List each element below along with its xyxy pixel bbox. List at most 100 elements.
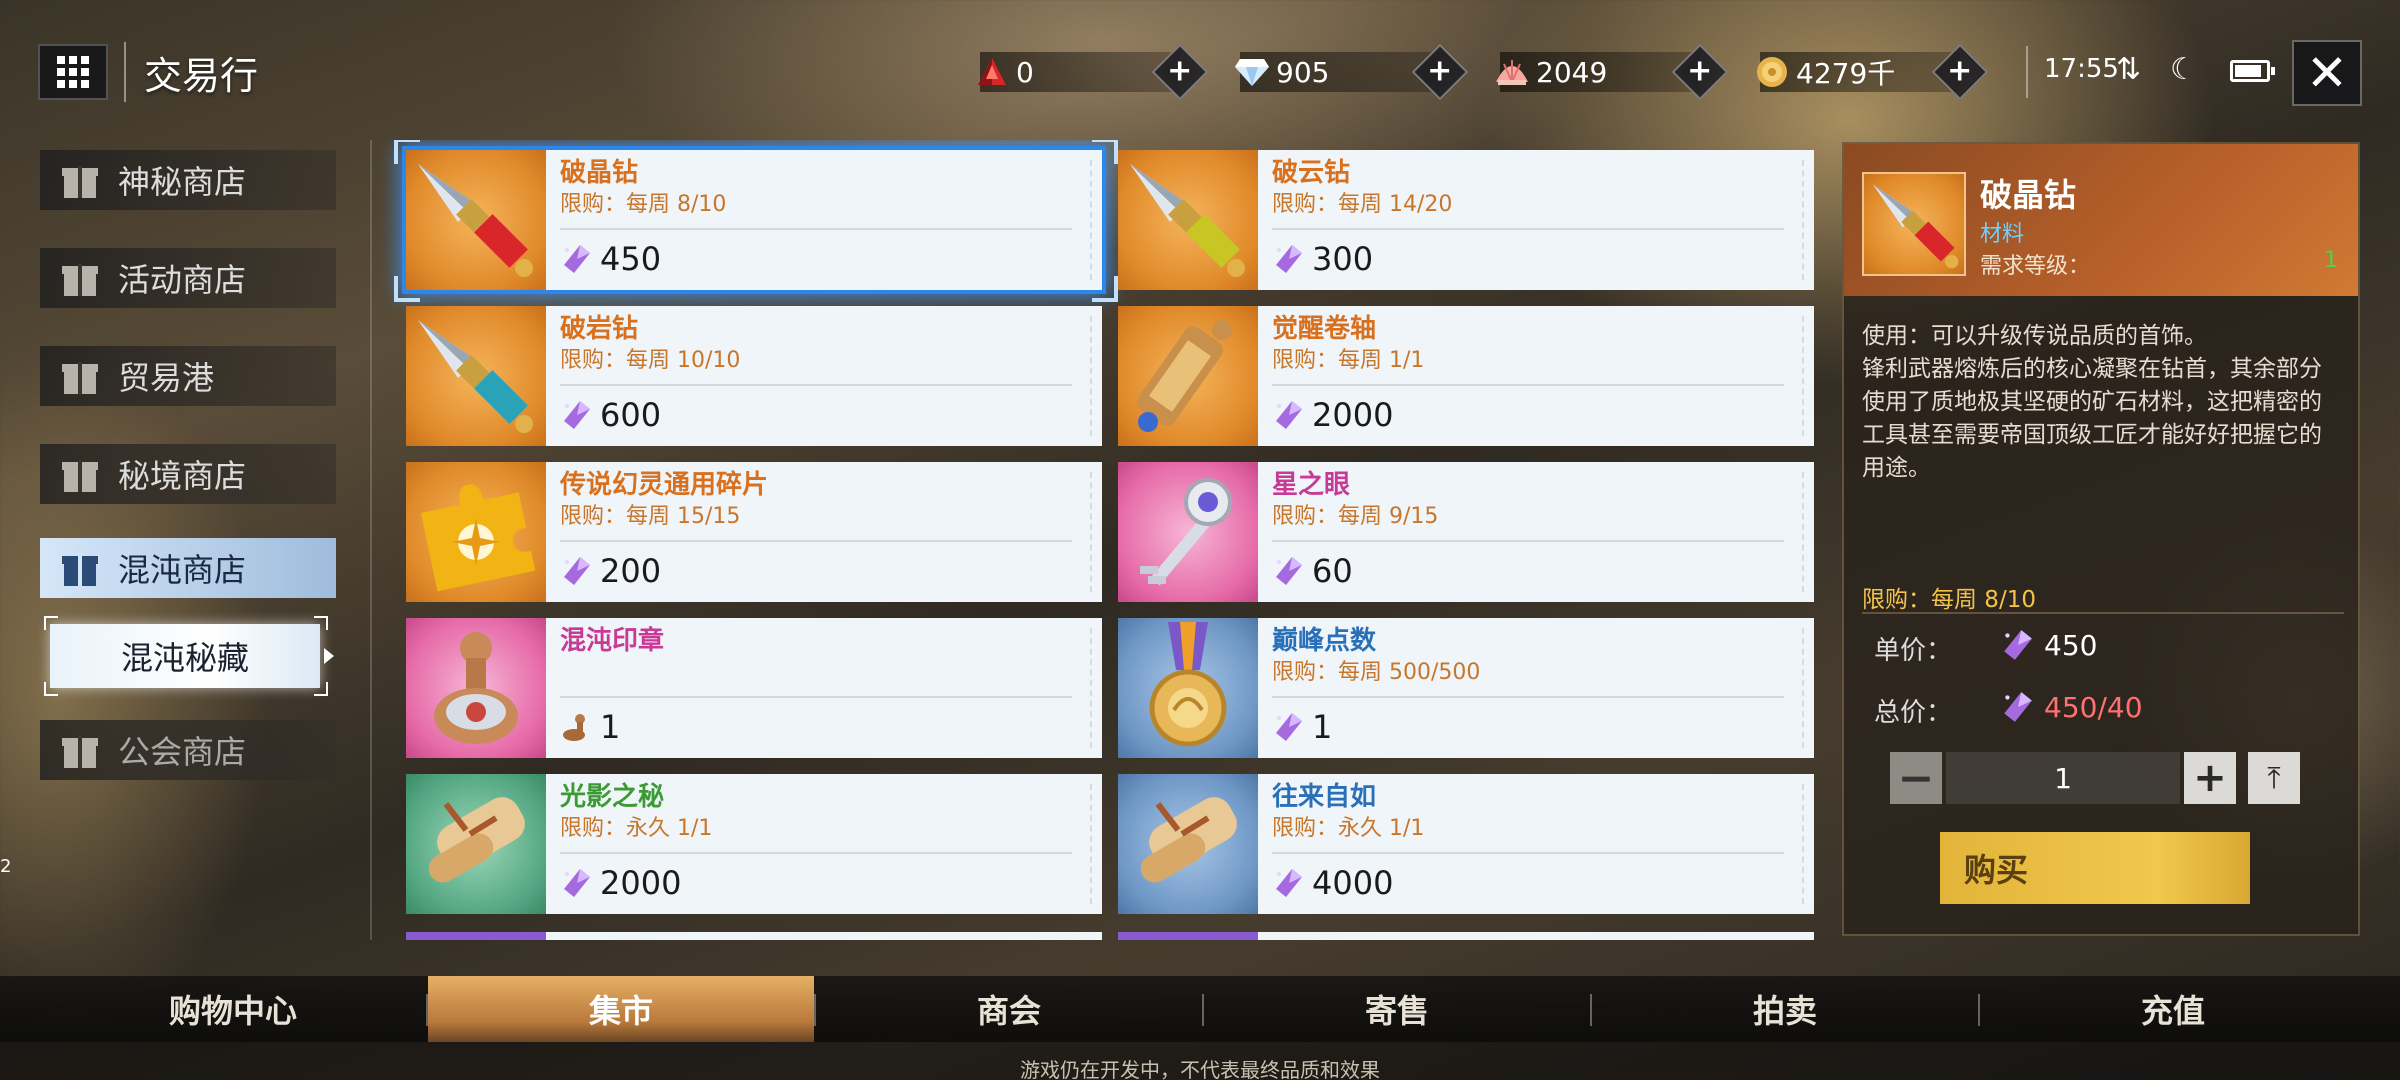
item-limit: 限购：每周 8/10 <box>560 192 727 217</box>
item-name: 混沌印章 <box>560 626 665 656</box>
detail-description: 使用：可以升级传说品质的首饰。 锋利武器熔炼后的核心凝聚在钻首，其余部分使用了质… <box>1862 323 2322 481</box>
sub-item-label: 混沌秘藏 <box>120 639 249 677</box>
buy-button[interactable]: 购买 <box>1940 832 2250 904</box>
max-quantity-button[interactable]: ⤒ <box>2248 752 2300 804</box>
item-limit: 限购：永久 1/1 <box>560 816 713 841</box>
selection-corner <box>1092 140 1118 164</box>
gift-icon <box>62 358 98 394</box>
item-limit: 限购：每周 15/15 <box>560 504 741 529</box>
tab-consignment[interactable]: 寄售 <box>1204 976 1590 1042</box>
drill-icon <box>406 150 546 290</box>
shop-item-label: 公会商店 <box>118 733 247 771</box>
detail-item-name: 破晶钻 <box>1980 176 2077 214</box>
item-card[interactable]: 光影之秘 限购：永久 1/1 2000 <box>406 774 1102 914</box>
price-value: 300 <box>1312 240 1374 278</box>
shop-item-trade-port[interactable]: 贸易港 <box>40 346 336 406</box>
item-card[interactable]: 破晶钻 限购：每周 8/10 450 <box>406 150 1102 290</box>
price-value: 4000 <box>1312 864 1394 902</box>
item-name: 破岩钻 <box>560 314 639 344</box>
menu-button[interactable] <box>38 44 108 100</box>
add-red-crystal-button[interactable]: + <box>1151 43 1209 101</box>
gift-icon <box>62 456 98 492</box>
plus-icon: + <box>2193 755 2227 801</box>
currency-diamond: 905 + <box>1235 43 1469 101</box>
close-button[interactable]: ✕ <box>2292 40 2362 106</box>
unit-price-label: 单价： <box>1874 636 1953 666</box>
detail-header: 破晶钻 材料 需求等级： 1 <box>1844 144 2358 296</box>
currency-red-crystal: 0 + <box>978 43 1209 101</box>
item-card[interactable]: 混沌印章 1 <box>406 618 1102 758</box>
item-limit: 限购：永久 1/1 <box>1272 816 1425 841</box>
currency-value: 4279千 <box>1796 57 1896 90</box>
gift-icon <box>62 260 98 296</box>
scroll-icon <box>1118 306 1258 446</box>
item-name: 巅峰点数 <box>1272 626 1377 656</box>
decrease-quantity-button[interactable]: − <box>1890 752 1942 804</box>
item-grid: 破晶钻 限购：每周 8/10 450 破云钻 限购：每周 14/20 300 破… <box>370 140 1820 940</box>
page-title: 交易行 <box>144 54 259 98</box>
purple-crystal-icon <box>560 867 592 899</box>
purple-crystal-icon <box>1272 399 1304 431</box>
selection-corner <box>314 682 328 696</box>
price-value: 1 <box>600 708 621 746</box>
item-detail-panel: 破晶钻 材料 需求等级： 1 使用：可以升级传说品质的首饰。 锋利武器熔炼后的核… <box>1842 142 2360 936</box>
price-value: 1 <box>1312 708 1333 746</box>
shop-item-secret-realm[interactable]: 秘境商店 <box>40 444 336 504</box>
status-divider <box>2026 46 2028 98</box>
add-gold-button[interactable]: + <box>1931 43 1989 101</box>
tab-chamber[interactable]: 商会 <box>816 976 1202 1042</box>
shop-item-label: 神秘商店 <box>118 163 247 201</box>
tab-recharge[interactable]: 充值 <box>1980 976 2366 1042</box>
purple-crystal-icon <box>560 555 592 587</box>
purple-crystal-icon <box>1272 711 1304 743</box>
battery-icon <box>2230 60 2275 82</box>
item-card-partial[interactable] <box>406 932 1102 940</box>
moon-icon: ☾ <box>2170 52 2197 87</box>
tab-shopping-center[interactable]: 购物中心 <box>40 976 426 1042</box>
currency-value: 2049 <box>1536 55 1608 89</box>
currency-value: 0 <box>1016 55 1034 89</box>
quantity-input[interactable]: 1 <box>1946 752 2180 804</box>
increase-quantity-button[interactable]: + <box>2184 752 2236 804</box>
quantity-stepper: − 1 + ⤒ <box>1890 752 2310 804</box>
price-value: 600 <box>600 396 662 434</box>
item-price: 1 <box>560 708 620 746</box>
detail-limit: 限购：每周 8/10 <box>1862 587 2036 613</box>
puzzle-piece-icon <box>406 462 546 602</box>
item-card[interactable]: 星之眼 限购：每周 9/15 60 <box>1118 462 1814 602</box>
item-card[interactable]: 破岩钻 限购：每周 10/10 600 <box>406 306 1102 446</box>
item-price: 60 <box>1272 552 1353 590</box>
shop-item-mystery[interactable]: 神秘商店 <box>40 150 336 210</box>
item-card[interactable]: 巅峰点数 限购：每周 500/500 1 <box>1118 618 1814 758</box>
item-card[interactable]: 传说幻灵通用碎片 限购：每周 15/15 200 <box>406 462 1102 602</box>
drill-icon <box>1862 172 1966 276</box>
scroll-icon <box>406 774 546 914</box>
currency-shell: 2049 + <box>1496 43 1729 101</box>
item-price: 200 <box>560 552 661 590</box>
item-card-partial[interactable] <box>1118 932 1814 940</box>
shop-item-label: 活动商店 <box>118 261 247 299</box>
item-card[interactable]: 觉醒卷轴 限购：每周 1/1 2000 <box>1118 306 1814 446</box>
item-price: 4000 <box>1272 864 1393 902</box>
tab-auction[interactable]: 拍卖 <box>1592 976 1978 1042</box>
item-limit: 限购：每周 10/10 <box>560 348 741 373</box>
item-card[interactable]: 往来自如 限购：永久 1/1 4000 <box>1118 774 1814 914</box>
add-diamond-button[interactable]: + <box>1411 43 1469 101</box>
item-price: 450 <box>560 240 661 278</box>
shop-item-event[interactable]: 活动商店 <box>40 248 336 308</box>
item-limit: 限购：每周 14/20 <box>1272 192 1453 217</box>
shop-item-guild[interactable]: 公会商店 <box>40 720 336 780</box>
item-price: 300 <box>1272 240 1373 278</box>
sub-item-chaos-treasure[interactable]: 混沌秘藏 <box>50 624 334 688</box>
tab-market[interactable]: 集市 <box>428 976 814 1042</box>
detail-item-category: 材料 <box>1980 222 2025 247</box>
selection-corner <box>394 140 420 164</box>
selection-corner <box>44 682 58 696</box>
add-shell-button[interactable]: + <box>1671 43 1729 101</box>
shop-item-chaos[interactable]: 混沌商店 <box>40 538 336 598</box>
total-price-value: 450/40 <box>2044 690 2143 724</box>
item-price: 2000 <box>560 864 681 902</box>
detail-level-value: 1 <box>2324 248 2338 273</box>
item-card[interactable]: 破云钻 限购：每周 14/20 300 <box>1118 150 1814 290</box>
price-value: 450 <box>600 240 662 278</box>
